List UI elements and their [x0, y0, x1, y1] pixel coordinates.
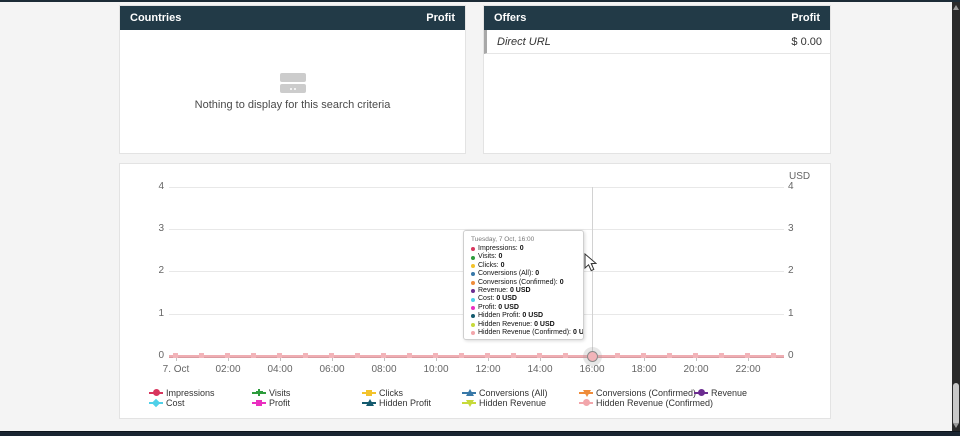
profit-dot-icon — [471, 306, 475, 310]
series-point-markers — [173, 353, 777, 358]
revenue-dot-icon — [471, 289, 475, 293]
tooltip-value: 0 USD — [573, 329, 584, 337]
x-axis-tick: 02:00 — [206, 364, 250, 375]
y-axis-tick-left: 3 — [138, 224, 164, 234]
x-axis-tick: 04:00 — [258, 364, 302, 375]
tooltip-label: Clicks: — [478, 262, 499, 270]
y-axis-tick-right: 4 — [788, 182, 814, 192]
hidden-revenue-confirmed-dot-icon — [471, 331, 475, 335]
timeseries-chart-panel: USD 4 3 2 1 0 4 3 2 1 0 7. Oct 02:00 04:… — [119, 163, 831, 419]
countries-panel-header: Countries Profit — [120, 6, 465, 30]
empty-data-icon — [280, 73, 306, 93]
tooltip-value: 0 USD — [496, 295, 517, 303]
tooltip-label: Revenue: — [478, 287, 508, 295]
tooltip-value: 0 — [520, 245, 524, 253]
y-axis-tick-left: 2 — [138, 266, 164, 276]
tooltip-label: Visits: — [478, 253, 497, 261]
gridline — [169, 187, 784, 188]
visits-marker-icon — [252, 388, 266, 397]
y-axis-tick-right: 2 — [788, 266, 814, 276]
window-bottom-edge — [0, 431, 960, 436]
tooltip-label: Hidden Profit: — [478, 312, 520, 320]
clicks-dot-icon — [471, 264, 475, 268]
tooltip-value: 0 USD — [534, 321, 555, 329]
conversions-confirmed-marker-icon — [579, 388, 593, 397]
cost-marker-icon — [149, 398, 163, 407]
offers-panel-header: Offers Profit — [484, 6, 830, 30]
x-axis-tick: 12:00 — [466, 364, 510, 375]
x-axis-tick: 10:00 — [414, 364, 458, 375]
countries-empty-text: Nothing to display for this search crite… — [195, 99, 391, 111]
hidden-profit-dot-icon — [471, 314, 475, 318]
x-axis-tick: 22:00 — [726, 364, 770, 375]
hidden-revenue-confirmed-marker-icon — [579, 398, 593, 407]
legend-item-hidden-profit[interactable]: Hidden Profit — [362, 397, 431, 408]
window-top-edge — [0, 0, 960, 2]
x-axis-tick: 18:00 — [622, 364, 666, 375]
chart-tooltip: Tuesday, 7 Oct, 16:00 Impressions:0 Visi… — [463, 230, 584, 340]
dashboard-screen: Countries Profit Nothing to display for … — [0, 0, 960, 436]
hidden-revenue-marker-icon — [462, 398, 476, 407]
legend-item-hidden-revenue[interactable]: Hidden Revenue — [462, 397, 546, 408]
offer-name[interactable]: Direct URL — [497, 36, 551, 48]
legend-item-hidden-revenue-confirmed[interactable]: Hidden Revenue (Confirmed) — [579, 397, 713, 408]
offers-panel-title: Offers — [494, 12, 526, 24]
x-axis-tick: 16:00 — [570, 364, 614, 375]
tooltip-value: 0 — [535, 270, 539, 278]
countries-panel: Countries Profit Nothing to display for … — [119, 5, 466, 154]
y-axis-tick-left: 0 — [138, 351, 164, 361]
tooltip-label: Hidden Revenue (Confirmed): — [478, 329, 571, 337]
tooltip-label: Conversions (All): — [478, 270, 533, 278]
impressions-marker-icon — [149, 388, 163, 397]
x-axis-tick: 14:00 — [518, 364, 562, 375]
hidden-profit-marker-icon — [362, 398, 376, 407]
revenue-marker-icon — [694, 388, 708, 397]
scroll-up-icon[interactable] — [953, 5, 959, 10]
tooltip-value: 0 USD — [498, 304, 519, 312]
tooltip-value: 0 — [560, 279, 564, 287]
legend-item-cost[interactable]: Cost — [149, 397, 185, 408]
visits-dot-icon — [471, 256, 475, 260]
tooltip-value: 0 — [501, 262, 505, 270]
x-axis-tick: 06:00 — [310, 364, 354, 375]
offer-row-direct-url[interactable]: Direct URL $ 0.00 — [484, 30, 830, 54]
hidden-revenue-dot-icon — [471, 323, 475, 327]
scroll-down-icon[interactable] — [953, 423, 959, 428]
tooltip-value: 0 USD — [522, 312, 543, 320]
tooltip-label: Cost: — [478, 295, 494, 303]
x-axis-tick: 08:00 — [362, 364, 406, 375]
scrollbar-thumb[interactable] — [953, 383, 959, 425]
y-axis-tick-right: 1 — [788, 309, 814, 319]
tooltip-label: Profit: — [478, 304, 496, 312]
conversions-confirmed-dot-icon — [471, 281, 475, 285]
cost-dot-icon — [471, 298, 475, 302]
tooltip-title: Tuesday, 7 Oct, 16:00 — [471, 236, 583, 243]
y-axis-tick-left: 1 — [138, 309, 164, 319]
conversions-all-marker-icon — [462, 388, 476, 397]
tooltip-label: Impressions: — [478, 245, 518, 253]
countries-profit-column-header[interactable]: Profit — [426, 12, 455, 24]
mouse-cursor-icon — [584, 253, 597, 272]
y-axis-tick-left: 4 — [138, 182, 164, 192]
tooltip-label: Conversions (Confirmed): — [478, 279, 558, 287]
offers-panel: Offers Profit Direct URL $ 0.00 — [483, 5, 831, 154]
clicks-marker-icon — [362, 388, 376, 397]
tooltip-value: 0 — [499, 253, 503, 261]
tooltip-label: Hidden Revenue: — [478, 321, 532, 329]
hovered-data-point[interactable] — [587, 351, 598, 362]
tooltip-value: 0 USD — [510, 287, 531, 295]
vertical-scrollbar[interactable] — [952, 2, 960, 431]
y-axis-tick-right: 0 — [788, 351, 814, 361]
x-axis-tick: 7. Oct — [154, 364, 198, 375]
y-axis-tick-right: 3 — [788, 224, 814, 234]
legend-item-profit[interactable]: Profit — [252, 397, 290, 408]
countries-panel-title: Countries — [130, 12, 181, 24]
profit-marker-icon — [252, 398, 266, 407]
offer-profit-value: $ 0.00 — [791, 36, 822, 48]
countries-empty-state: Nothing to display for this search crite… — [120, 30, 465, 154]
conversions-all-dot-icon — [471, 272, 475, 276]
x-axis-tick: 20:00 — [674, 364, 718, 375]
impressions-dot-icon — [471, 247, 475, 251]
offers-profit-column-header[interactable]: Profit — [791, 12, 820, 24]
